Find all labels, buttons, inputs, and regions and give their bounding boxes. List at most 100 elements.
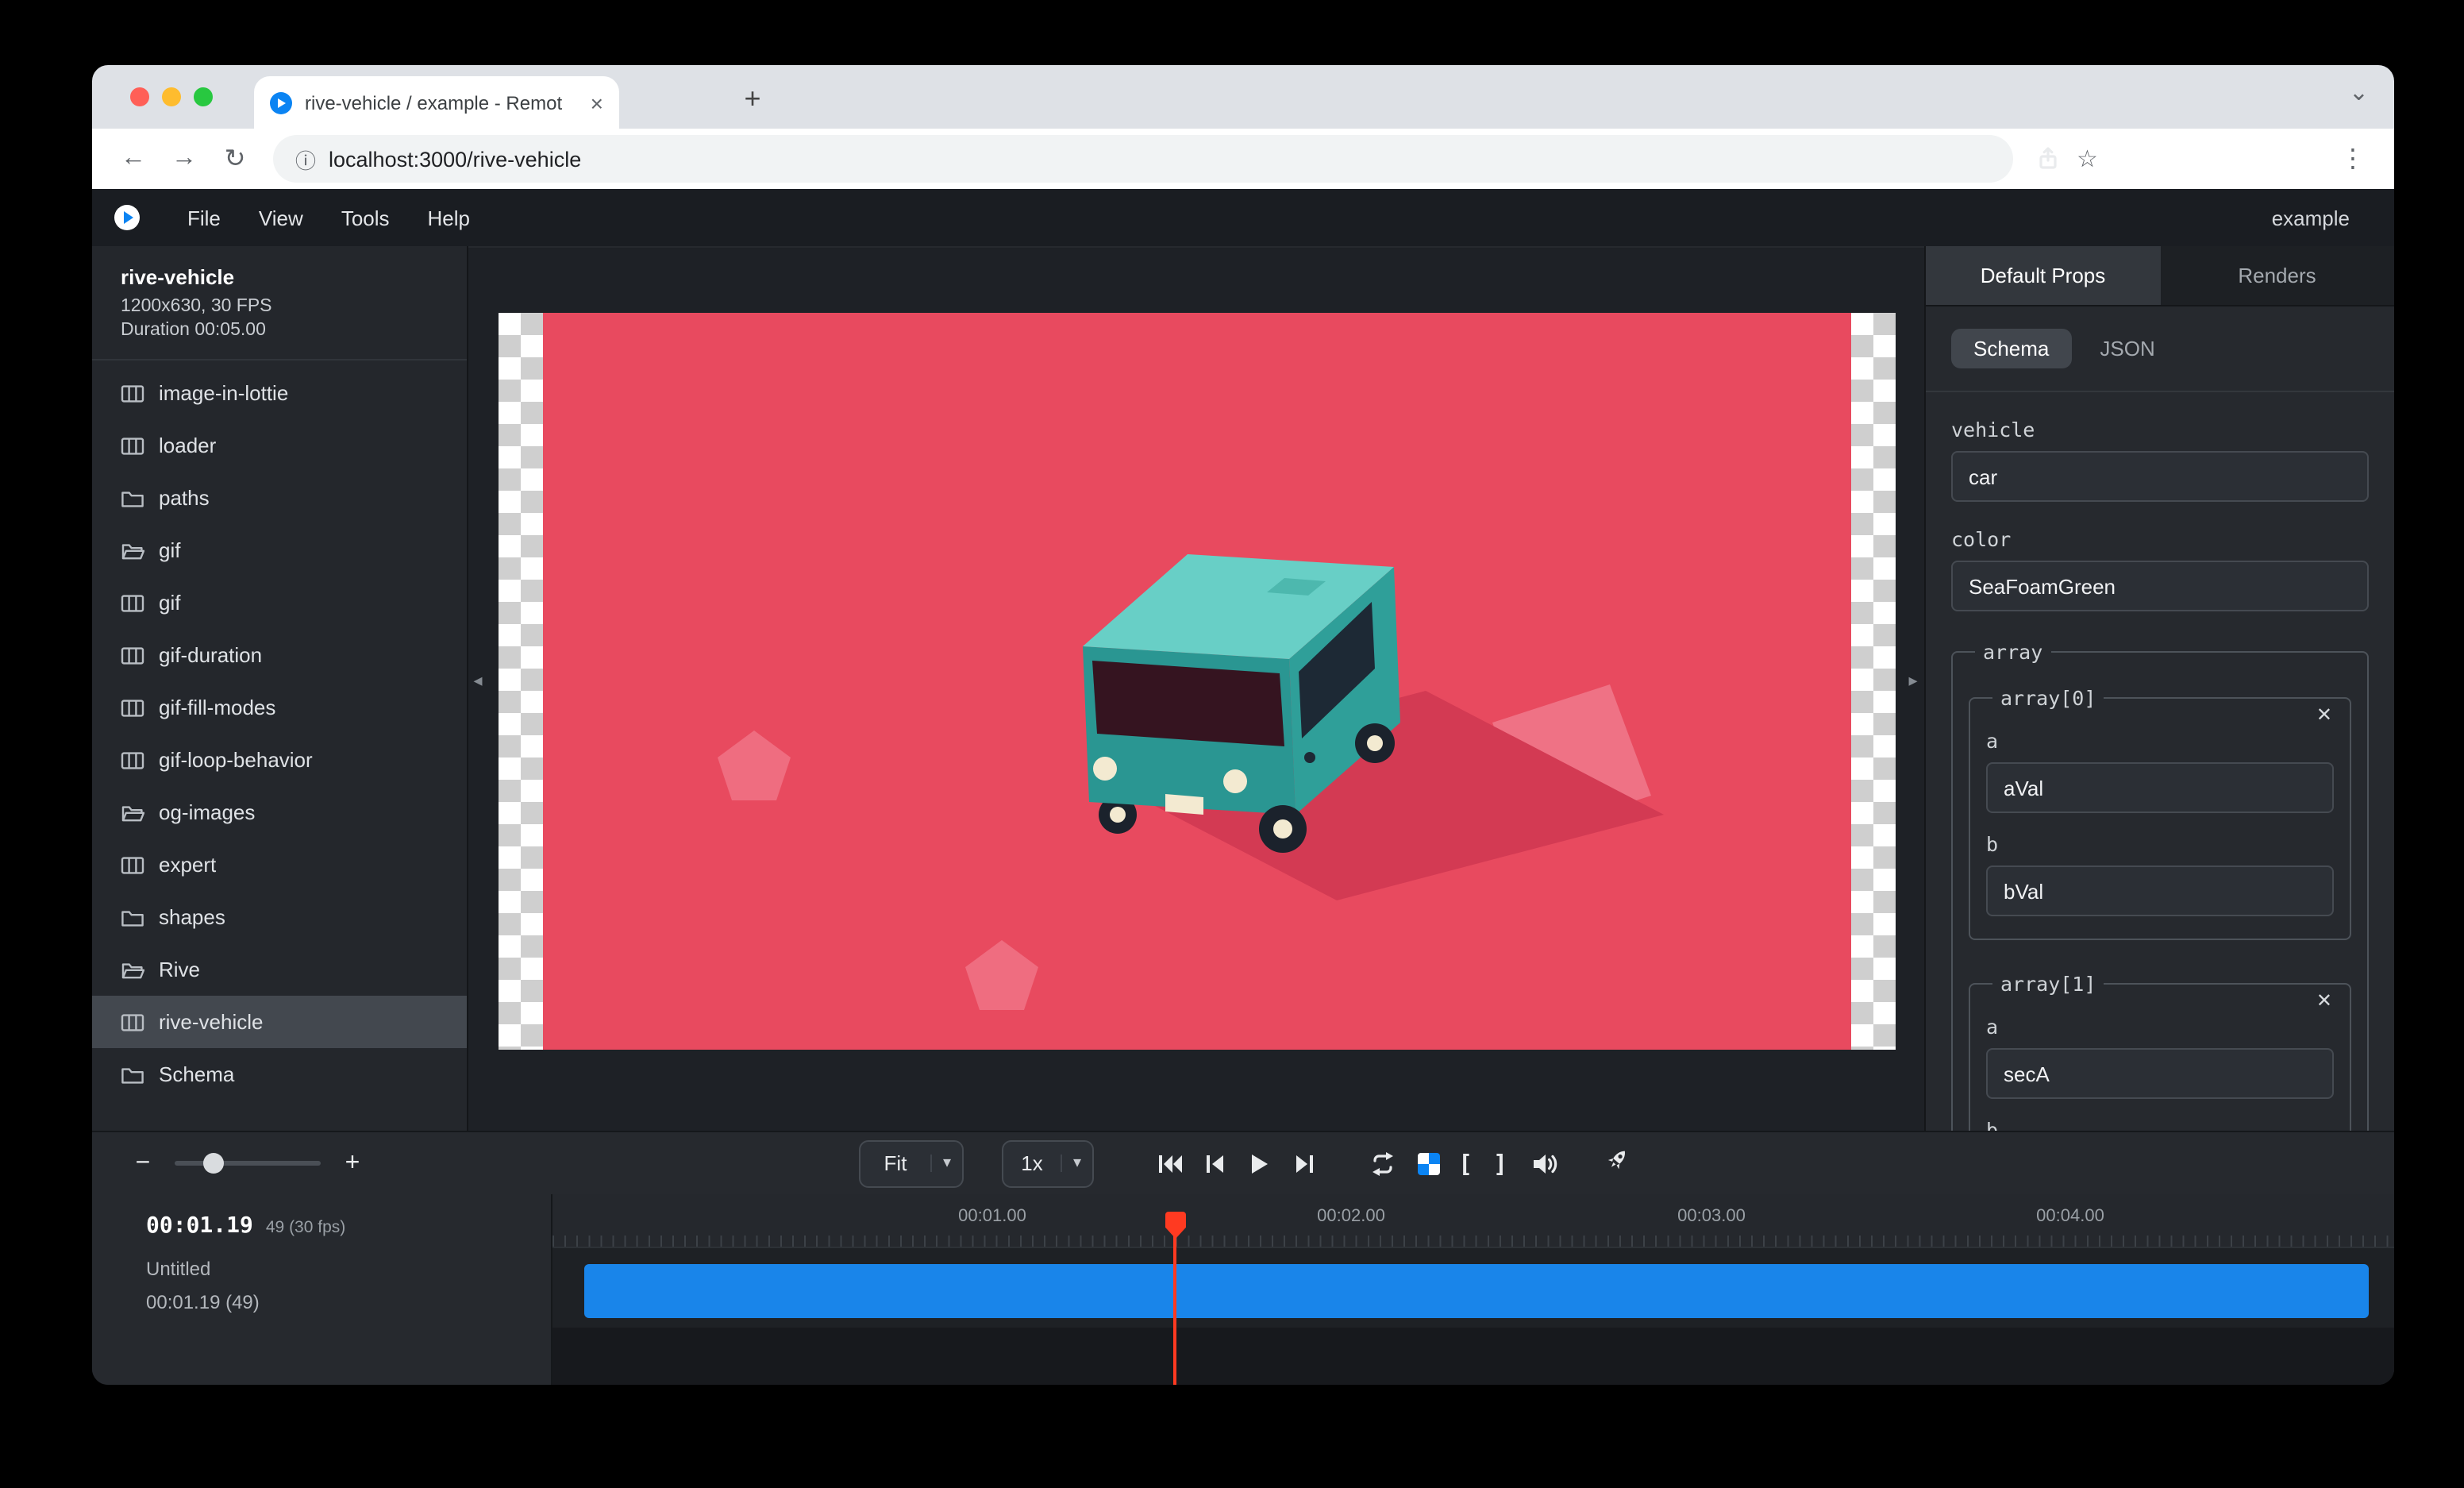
sequence-icon: [121, 593, 144, 612]
tab-strip-chevron-icon[interactable]: ⌄: [2349, 78, 2369, 106]
maximize-window-button[interactable]: [194, 87, 213, 106]
playhead-line[interactable]: [1173, 1220, 1176, 1385]
menu-tools[interactable]: Tools: [322, 189, 409, 246]
site-info-icon[interactable]: ⓘ: [295, 144, 316, 174]
sidebar-item-label: Rive: [159, 958, 200, 981]
render-rocket-icon[interactable]: [1594, 1143, 1635, 1185]
composition-list: image-in-lottie loader paths gif: [92, 360, 467, 1101]
in-point-button[interactable]: [: [1456, 1149, 1475, 1178]
sidebar-item-gif-folder[interactable]: gif: [92, 524, 467, 576]
transparency-checker-left: [499, 313, 543, 1050]
sidebar-item-label: gif-fill-modes: [159, 696, 275, 719]
b-field-label: b: [1986, 832, 2334, 856]
props-tabs: Default Props Renders: [1926, 246, 2394, 306]
zoom-slider-knob[interactable]: [203, 1153, 224, 1174]
sidebar-item-label: Schema: [159, 1062, 234, 1086]
loop-toggle-icon[interactable]: [1364, 1144, 1402, 1182]
fit-select[interactable]: Fit ▾: [859, 1139, 964, 1187]
minimize-window-button[interactable]: [162, 87, 181, 106]
remove-array-item-button[interactable]: ✕: [2312, 704, 2337, 726]
sidebar-item-label: gif-duration: [159, 643, 262, 667]
color-input[interactable]: [1951, 561, 2369, 611]
a-field-label: a: [1986, 1015, 2334, 1039]
reload-button[interactable]: ↻: [213, 137, 257, 181]
array-fieldset: array array[0] ✕ a b array[1]: [1951, 640, 2369, 1131]
subtab-json[interactable]: JSON: [2077, 329, 2177, 368]
folder-open-icon: [121, 960, 144, 979]
remove-array-item-button[interactable]: ✕: [2312, 989, 2337, 1012]
menu-help[interactable]: Help: [409, 189, 490, 246]
zoom-slider[interactable]: [175, 1161, 321, 1166]
previous-frame-button[interactable]: [1195, 1144, 1234, 1182]
sidebar-item-label: paths: [159, 486, 210, 510]
sidebar-item-gif[interactable]: gif: [92, 576, 467, 629]
sidebar-item-rive-vehicle[interactable]: rive-vehicle: [92, 996, 467, 1048]
array-item-0: array[0] ✕ a b: [1969, 686, 2351, 940]
browser-tab[interactable]: rive-vehicle / example - Remot ×: [254, 76, 619, 129]
array1-a-input[interactable]: [1986, 1048, 2334, 1099]
sidebar-item-paths[interactable]: paths: [92, 472, 467, 524]
a-field-label: a: [1986, 729, 2334, 753]
back-button[interactable]: ←: [111, 137, 156, 181]
sequence-icon: [121, 384, 144, 403]
time-display: 00:01.19 49 (30 fps): [146, 1213, 551, 1239]
next-frame-button[interactable]: [1284, 1144, 1322, 1182]
collapse-sidebar-chevron-icon[interactable]: ◂: [468, 670, 487, 691]
browser-tab-strip: rive-vehicle / example - Remot × + ⌄: [92, 65, 2394, 129]
ruler-label: 00:02.00: [1317, 1207, 1385, 1226]
mute-toggle-icon[interactable]: [1526, 1144, 1564, 1182]
transparency-background-toggle[interactable]: [1418, 1152, 1440, 1174]
sidebar-item-label: expert: [159, 853, 216, 877]
bookmark-star-icon[interactable]: ☆: [2077, 145, 2098, 173]
sidebar-item-rive-folder[interactable]: Rive: [92, 943, 467, 996]
sidebar-item-gif-loop-behavior[interactable]: gif-loop-behavior: [92, 734, 467, 786]
sidebar-item-label: gif-loop-behavior: [159, 748, 313, 772]
sidebar-item-og-images[interactable]: og-images: [92, 786, 467, 838]
transport-buttons: [1151, 1144, 1322, 1182]
remotion-favicon-icon: [270, 91, 292, 114]
address-bar[interactable]: ⓘ localhost:3000/rive-vehicle: [273, 135, 2013, 183]
subtab-schema[interactable]: Schema: [1951, 329, 2071, 368]
sidebar-item-gif-fill-modes[interactable]: gif-fill-modes: [92, 681, 467, 734]
tab-close-icon[interactable]: ×: [591, 90, 603, 115]
new-tab-button[interactable]: +: [733, 79, 772, 118]
timeline: 00:01.19 49 (30 fps) Untitled 00:01.19 (…: [92, 1194, 2394, 1385]
sidebar-item-expert[interactable]: expert: [92, 838, 467, 891]
menu-file[interactable]: File: [168, 189, 240, 246]
zoom-out-button[interactable]: −: [130, 1149, 156, 1178]
menu-view[interactable]: View: [240, 189, 322, 246]
array0-b-input[interactable]: [1986, 865, 2334, 916]
project-name-label: example: [2272, 206, 2372, 229]
composition-info: rive-vehicle 1200x630, 30 FPS Duration 0…: [92, 246, 467, 360]
preview-canvas: ◂ ▸: [468, 246, 1924, 1131]
timeline-track[interactable]: [584, 1264, 2369, 1318]
screen: rive-vehicle / example - Remot × + ⌄ ← →…: [0, 0, 2464, 1488]
close-window-button[interactable]: [130, 87, 149, 106]
track-name[interactable]: Untitled: [146, 1258, 551, 1280]
skip-to-start-button[interactable]: [1151, 1144, 1189, 1182]
out-point-button[interactable]: ]: [1491, 1149, 1510, 1178]
transport-controls: Fit ▾ 1x ▾: [859, 1132, 1627, 1194]
chevron-down-icon: ▾: [1061, 1155, 1092, 1172]
sidebar-item-gif-duration[interactable]: gif-duration: [92, 629, 467, 681]
array0-a-input[interactable]: [1986, 762, 2334, 813]
vehicle-field-label: vehicle: [1951, 418, 2369, 441]
sidebar-item-shapes[interactable]: shapes: [92, 891, 467, 943]
ruler-label: 00:03.00: [1677, 1207, 1746, 1226]
playback-speed-select[interactable]: 1x ▾: [1002, 1139, 1094, 1187]
forward-button[interactable]: →: [162, 137, 206, 181]
tab-default-props[interactable]: Default Props: [1926, 246, 2160, 305]
tab-renders[interactable]: Renders: [2160, 246, 2394, 305]
browser-menu-icon[interactable]: ⋮: [2340, 143, 2375, 175]
folder-icon: [121, 1065, 144, 1084]
sidebar-item-label: shapes: [159, 905, 225, 929]
vehicle-input[interactable]: [1951, 451, 2369, 502]
zoom-in-button[interactable]: +: [340, 1149, 365, 1178]
collapse-props-chevron-icon[interactable]: ▸: [1904, 670, 1923, 691]
play-button[interactable]: [1240, 1144, 1278, 1182]
sidebar-item-schema[interactable]: Schema: [92, 1048, 467, 1101]
timeline-ruler[interactable]: 00:01.00 00:02.00 00:03.00 00:04.00: [552, 1194, 2394, 1248]
sidebar-item-loader[interactable]: loader: [92, 419, 467, 472]
share-icon[interactable]: [2035, 146, 2061, 172]
sidebar-item-image-in-lottie[interactable]: image-in-lottie: [92, 367, 467, 419]
